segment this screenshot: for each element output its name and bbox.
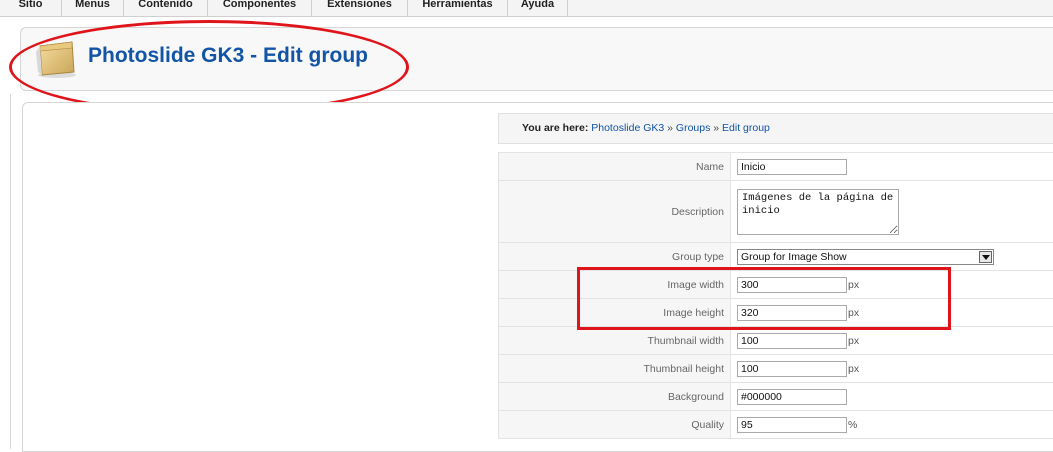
image-height-field[interactable]: [737, 305, 847, 321]
menu-sitio[interactable]: Sitio: [0, 0, 62, 16]
image-height-unit: px: [848, 307, 859, 319]
menu-ayuda[interactable]: Ayuda: [508, 0, 568, 16]
thumbnail-height-label: Thumbnail height: [499, 355, 731, 383]
breadcrumb: You are here: Photoslide GK3 » Groups » …: [498, 113, 1053, 144]
form-row-description: Description Imágenes de la página de ini…: [499, 181, 1053, 243]
description-field[interactable]: Imágenes de la página de inicio: [737, 189, 899, 235]
edit-group-form: Name Description Imágenes de la página d…: [498, 152, 1053, 439]
main-menu-bar: Sitio Menus Contenido Componentes Extens…: [0, 0, 1053, 17]
form-row-background: Background: [499, 383, 1053, 411]
thumbnail-width-unit: px: [848, 335, 859, 347]
thumbnail-height-unit: px: [848, 363, 859, 375]
background-field[interactable]: [737, 389, 847, 405]
quality-label: Quality: [499, 411, 731, 439]
divider: [10, 94, 11, 449]
group-type-selected-value: Group for Image Show: [741, 251, 847, 263]
quality-field[interactable]: [737, 417, 847, 433]
image-width-unit: px: [848, 279, 859, 291]
form-row-image-width: Image width px: [499, 271, 1053, 299]
form-row-thumbnail-width: Thumbnail width px: [499, 327, 1053, 355]
name-label: Name: [499, 153, 731, 181]
menu-contenido[interactable]: Contenido: [124, 0, 208, 16]
image-height-label: Image height: [499, 299, 731, 327]
menu-componentes[interactable]: Componentes: [208, 0, 312, 16]
form-row-name: Name: [499, 153, 1053, 181]
page-title: Photoslide GK3 - Edit group: [88, 44, 368, 68]
background-label: Background: [499, 383, 731, 411]
form-row-quality: Quality %: [499, 411, 1053, 439]
quality-unit: %: [848, 419, 857, 431]
description-label: Description: [499, 181, 731, 243]
breadcrumb-separator: »: [713, 122, 719, 134]
thumbnail-width-field[interactable]: [737, 333, 847, 349]
form-row-image-height: Image height px: [499, 299, 1053, 327]
menu-menus[interactable]: Menus: [62, 0, 124, 16]
menu-herramientas[interactable]: Herramientas: [408, 0, 508, 16]
breadcrumb-groups[interactable]: Groups: [676, 122, 710, 134]
group-type-select[interactable]: Group for Image Show: [737, 249, 994, 265]
menu-extensiones[interactable]: Extensiones: [312, 0, 408, 16]
thumbnail-width-label: Thumbnail width: [499, 327, 731, 355]
form-row-group-type: Group type Group for Image Show: [499, 243, 1053, 271]
thumbnail-height-field[interactable]: [737, 361, 847, 377]
image-width-label: Image width: [499, 271, 731, 299]
image-width-field[interactable]: [737, 277, 847, 293]
breadcrumb-separator: »: [667, 122, 673, 134]
breadcrumb-edit-group[interactable]: Edit group: [722, 122, 770, 134]
box-icon: [36, 36, 78, 78]
form-row-thumbnail-height: Thumbnail height px: [499, 355, 1053, 383]
name-field[interactable]: [737, 159, 847, 175]
breadcrumb-label: You are here:: [522, 122, 588, 134]
chevron-down-icon[interactable]: [979, 251, 992, 263]
group-type-label: Group type: [499, 243, 731, 271]
breadcrumb-photoslide[interactable]: Photoslide GK3: [591, 122, 664, 134]
